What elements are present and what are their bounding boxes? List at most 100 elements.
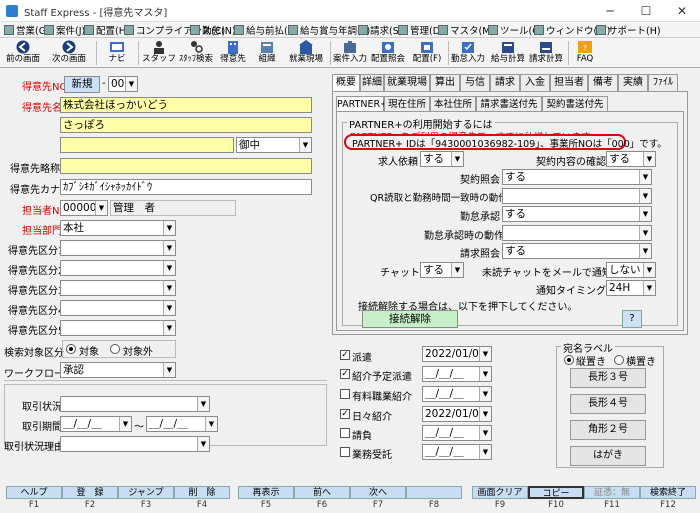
- label-long4-button[interactable]: 長形４号: [570, 394, 646, 414]
- tab-invoice-address[interactable]: 請求書送付先: [476, 96, 542, 112]
- tab-payment[interactable]: 入金: [520, 74, 550, 92]
- workflow-select[interactable]: 承認 ▼: [60, 362, 176, 378]
- deal-end-date[interactable]: ＿/＿/＿ ▼: [146, 416, 218, 432]
- copy-button[interactable]: コピー: [528, 486, 584, 499]
- landscape-radio[interactable]: [614, 355, 624, 365]
- paid-placement-date[interactable]: ＿/＿/＿ ▼: [422, 386, 492, 402]
- tab-contact[interactable]: 担当者: [550, 74, 588, 92]
- customer-name2-field[interactable]: さっぽろ: [60, 117, 312, 133]
- billing-calc-button[interactable]: 請求計算: [528, 39, 564, 67]
- notify-timing-select[interactable]: 24H ▼: [606, 280, 656, 296]
- deal-start-date[interactable]: ＿/＿/＿ ▼: [60, 416, 132, 432]
- branch-select[interactable]: 000 ▼: [108, 76, 138, 92]
- category2-select[interactable]: ▼: [60, 260, 176, 276]
- attendance-approval-select[interactable]: する ▼: [502, 206, 652, 222]
- next-button[interactable]: 次へ: [350, 486, 406, 499]
- menu-advance-pay[interactable]: 給与前払(I): [234, 23, 294, 37]
- tab-notes[interactable]: 備考: [588, 74, 618, 92]
- jump-button[interactable]: ジャンプ: [118, 486, 174, 499]
- new-badge[interactable]: 新規: [64, 76, 100, 93]
- placement-inquiry-button[interactable]: 配置照会: [370, 39, 406, 67]
- daily-placement-date[interactable]: 2022/01/01 ▼: [422, 406, 492, 422]
- menu-support[interactable]: サポート(H): [596, 23, 661, 37]
- contract-work-date[interactable]: ＿/＿/＿ ▼: [422, 425, 492, 441]
- staff-search-button[interactable]: ｽﾀｯﾌ検索: [176, 39, 216, 67]
- label-postcard-button[interactable]: はがき: [570, 446, 646, 466]
- portrait-radio[interactable]: [564, 355, 574, 365]
- category5-select[interactable]: ▼: [60, 320, 176, 336]
- deal-reason-select[interactable]: ▼: [60, 436, 210, 452]
- menu-attendance[interactable]: 勤怠(N): [190, 23, 236, 37]
- next-screen-button[interactable]: 次の画面: [48, 39, 90, 67]
- check-paid-placement[interactable]: [340, 389, 350, 399]
- register-button[interactable]: 登 録: [62, 486, 118, 499]
- check-temp-to-perm[interactable]: ✓: [340, 369, 350, 379]
- tab-overview[interactable]: 概要: [332, 74, 360, 92]
- staff-no-select[interactable]: 000001 ▼: [60, 200, 108, 216]
- release-button[interactable]: 接続解除: [362, 310, 458, 328]
- check-outsourcing[interactable]: [340, 447, 350, 457]
- dept-select[interactable]: 本社 ▼: [60, 220, 176, 236]
- organization-button[interactable]: 組織: [252, 39, 282, 67]
- refresh-button[interactable]: 再表示: [238, 486, 294, 499]
- temp-to-perm-date[interactable]: ＿/＿/＿ ▼: [422, 366, 492, 382]
- menu-cases[interactable]: 案件(J): [44, 23, 85, 37]
- unread-mail-select[interactable]: しない ▼: [606, 262, 656, 278]
- check-daily-placement[interactable]: ✓: [340, 409, 350, 419]
- customer-name-field[interactable]: 株式会社ほっかいどう: [60, 97, 312, 113]
- menu-placement[interactable]: 配置(H): [84, 23, 130, 37]
- search-end-button[interactable]: 検索終了: [640, 486, 696, 499]
- tab-billing[interactable]: 請求: [490, 74, 520, 92]
- tab-files[interactable]: ﾌｧｲﾙ: [648, 74, 678, 92]
- payroll-calc-button[interactable]: 給与計算: [490, 39, 526, 67]
- prev-button[interactable]: 前へ: [294, 486, 350, 499]
- help-icon[interactable]: ?: [622, 310, 642, 328]
- tab-detail[interactable]: 詳細: [360, 74, 384, 92]
- customer-button[interactable]: 得意先: [218, 39, 248, 67]
- check-dispatch[interactable]: ✓: [340, 350, 350, 360]
- staff-button[interactable]: スタッフ: [142, 39, 176, 67]
- case-entry-button[interactable]: 案件入力: [332, 39, 368, 67]
- tab-results[interactable]: 実績: [618, 74, 648, 92]
- f8-button[interactable]: [406, 486, 462, 499]
- delete-button[interactable]: 削 除: [174, 486, 230, 499]
- short-name-field[interactable]: [60, 158, 312, 174]
- minimize-icon[interactable]: ─: [592, 0, 628, 22]
- chat-select[interactable]: する ▼: [420, 262, 464, 278]
- approval-action-select[interactable]: ▼: [502, 225, 652, 241]
- tab-current-address[interactable]: 現在住所: [384, 96, 430, 112]
- label-long3-button[interactable]: 長形３号: [570, 368, 646, 388]
- prev-screen-button[interactable]: 前の画面: [2, 39, 44, 67]
- deal-status-select[interactable]: ▼: [60, 396, 210, 412]
- menu-admin[interactable]: 管理(D): [398, 23, 444, 37]
- qr-action-select[interactable]: ▼: [502, 188, 652, 204]
- placement-button[interactable]: 配置(F): [410, 39, 444, 67]
- category3-select[interactable]: ▼: [60, 280, 176, 296]
- dispatch-date[interactable]: 2022/01/01 ▼: [422, 346, 492, 362]
- tab-hq-address[interactable]: 本社住所: [430, 96, 476, 112]
- search-on-radio[interactable]: [66, 344, 76, 354]
- attendance-entry-button[interactable]: 勤怠入力: [450, 39, 486, 67]
- category4-select[interactable]: ▼: [60, 300, 176, 316]
- worksite-button[interactable]: 就業現場: [286, 39, 326, 67]
- kana-field[interactable]: ｶﾌﾞｼｷｶﾞｲｼｬﾎｯｶｲﾄﾞｳ: [60, 179, 312, 195]
- maximize-icon[interactable]: ☐: [628, 0, 664, 22]
- tab-contract-address[interactable]: 契約書送付先: [542, 96, 608, 112]
- menu-master[interactable]: マスタ(M): [438, 23, 494, 37]
- voucher-button[interactable]: 証憑：無: [584, 486, 640, 499]
- customer-name3-field[interactable]: [60, 137, 234, 153]
- close-icon[interactable]: ✕: [664, 0, 700, 22]
- navi-button[interactable]: ナビ: [102, 39, 132, 67]
- outsourcing-date[interactable]: ＿/＿/＿ ▼: [422, 444, 492, 460]
- tab-partner[interactable]: PARTNER+: [336, 96, 388, 112]
- tab-worksite[interactable]: 就業現場: [384, 74, 430, 92]
- help-button[interactable]: ヘルプ: [6, 486, 62, 499]
- check-contract-work[interactable]: [340, 428, 350, 438]
- faq-button[interactable]: ? FAQ: [572, 39, 598, 67]
- honorific-select[interactable]: 御中 ▼: [236, 137, 312, 153]
- menu-sales[interactable]: 営業(G): [4, 23, 50, 37]
- tab-credit[interactable]: 与信: [460, 74, 490, 92]
- menu-billing[interactable]: 請求(S): [358, 23, 402, 37]
- billing-inquiry-select[interactable]: する ▼: [502, 243, 652, 259]
- search-off-radio[interactable]: [110, 344, 120, 354]
